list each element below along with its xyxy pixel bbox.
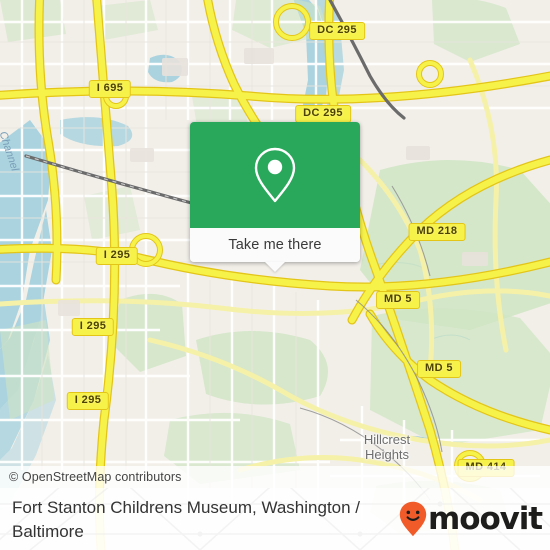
moovit-smiley-pin-icon	[399, 501, 427, 537]
map-attribution-bar: © OpenStreetMap contributors	[0, 466, 550, 488]
map-place-label-hillcrest-heights: Hillcrest Heights	[363, 432, 411, 462]
marker-card-cta[interactable]: Take me there	[190, 228, 360, 272]
road-shield-md-5-upper: MD 5	[376, 291, 420, 309]
road-shield-md-218: MD 218	[408, 223, 466, 241]
map-pin-icon	[254, 147, 296, 203]
marker-card-image	[190, 122, 360, 228]
osm-attribution-text[interactable]: © OpenStreetMap contributors	[0, 470, 182, 484]
map-marker-callout[interactable]: Take me there	[190, 122, 360, 272]
road-shield-i-695: I 695	[88, 80, 132, 98]
callout-tail	[265, 262, 285, 272]
road-shield-i-295-upper: I 295	[95, 247, 139, 265]
road-shield-dc-295-lower: DC 295	[295, 105, 351, 123]
footer-bar: Fort Stanton Childrens Museum, Washingto…	[0, 488, 550, 550]
screenshot-root: Channel Hillcrest Heights DC 295 I 695 D…	[0, 0, 550, 550]
take-me-there-label: Take me there	[228, 237, 322, 253]
road-shield-i-295-lower: I 295	[66, 392, 110, 410]
road-shield-md-5-lower: MD 5	[417, 360, 461, 378]
moovit-wordmark: moovit	[428, 500, 543, 537]
page-title: Fort Stanton Childrens Museum, Washingto…	[12, 498, 361, 541]
road-shield-dc-295: DC 295	[309, 22, 365, 40]
moovit-logo[interactable]: moovit	[399, 500, 543, 537]
road-shield-i-295-mid: I 295	[71, 318, 115, 336]
